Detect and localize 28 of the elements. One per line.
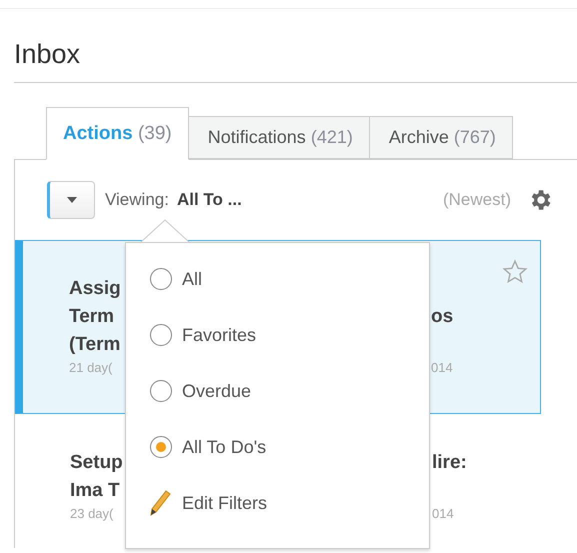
tab[interactable]: Notifications (421) — [188, 116, 370, 159]
menu-item[interactable]: Edit Filters — [126, 489, 429, 517]
card-date-fragment: 21 day( — [69, 359, 114, 377]
menu-item[interactable]: All — [126, 265, 429, 293]
pencil-icon — [150, 490, 172, 516]
viewing-label: Viewing: — [105, 190, 169, 210]
card-date-fragment: 014 — [431, 359, 453, 377]
filter-dropdown-button[interactable] — [47, 181, 95, 219]
card-title-fragment: Setup — [70, 451, 124, 475]
card-title-fragment: Assig — [69, 277, 122, 301]
menu-item[interactable]: All To Do's — [126, 433, 429, 461]
radio-button[interactable] — [150, 436, 172, 458]
menu-item[interactable]: Favorites — [126, 321, 429, 349]
page-title: Inbox — [14, 9, 577, 83]
tab[interactable]: Archive (767) — [370, 116, 513, 159]
menu-item[interactable]: Overdue — [126, 377, 429, 405]
star-icon[interactable] — [502, 259, 528, 285]
radio-button[interactable] — [150, 324, 172, 346]
card-title-fragment: os — [431, 305, 454, 329]
radio-button[interactable] — [150, 268, 172, 290]
card-date-fragment: 014 — [432, 505, 454, 523]
radio-button[interactable] — [150, 380, 172, 402]
card-date-fragment: 23 day( — [70, 505, 114, 523]
card-title-fragment: lire: — [432, 451, 467, 475]
caret-icon — [67, 197, 77, 203]
card-title-fragment: (Term — [69, 333, 122, 357]
card-title-fragment: Term — [69, 305, 116, 329]
viewing-value: All To ... — [176, 190, 242, 210]
